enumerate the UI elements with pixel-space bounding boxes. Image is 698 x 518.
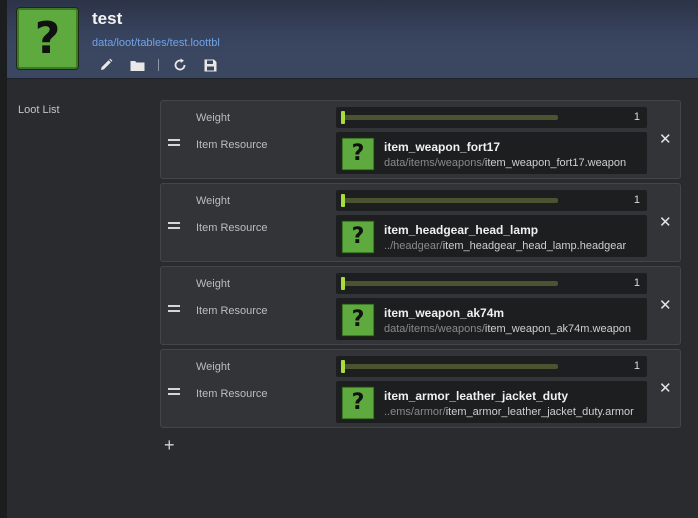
toolbar-separator: [158, 59, 159, 71]
resource-dir: data/items/weapons/: [384, 157, 485, 169]
drag-handle-icon[interactable]: [168, 388, 180, 395]
item-resource-label: Item Resource: [196, 305, 268, 317]
remove-entry-button[interactable]: ✕: [659, 132, 672, 147]
remove-entry-button[interactable]: ✕: [659, 298, 672, 313]
item-resource-label: Item Resource: [196, 139, 268, 151]
floppy-disk-icon: [204, 59, 216, 71]
question-mark-icon: ?: [16, 7, 79, 70]
add-entry-button[interactable]: +: [164, 436, 175, 454]
edit-button[interactable]: [96, 56, 116, 74]
weight-slider[interactable]: 1: [336, 273, 647, 294]
drag-handle-icon[interactable]: [168, 139, 180, 146]
drag-handle-icon[interactable]: [168, 222, 180, 229]
slider-track[interactable]: [342, 115, 558, 120]
slider-track[interactable]: [342, 281, 558, 286]
resource-name: item_armor_leather_jacket_duty: [384, 389, 569, 403]
weight-slider[interactable]: 1: [336, 356, 647, 377]
weight-label: Weight: [196, 361, 231, 373]
slider-handle[interactable]: [341, 360, 345, 373]
item-resource-picker[interactable]: ? item_weapon_fort17 data/items/weapons/…: [336, 132, 647, 174]
weight-slider[interactable]: 1: [336, 190, 647, 211]
slider-handle[interactable]: [341, 111, 345, 124]
resource-path: ..ems/armor/item_armor_leather_jacket_du…: [384, 406, 634, 418]
remove-entry-button[interactable]: ✕: [659, 215, 672, 230]
question-mark-icon: ?: [341, 137, 375, 171]
item-resource-label: Item Resource: [196, 388, 268, 400]
resource-dir: ../headgear/: [384, 240, 443, 252]
left-edge-strip: [0, 0, 7, 518]
question-mark-icon: ?: [341, 220, 375, 254]
resource-file: item_weapon_fort17.weapon: [484, 157, 627, 169]
weight-slider[interactable]: 1: [336, 107, 647, 128]
folder-icon: [130, 60, 144, 71]
loot-list-label: Loot List: [18, 104, 60, 116]
page-title: test: [92, 9, 123, 28]
slider-track[interactable]: [342, 364, 558, 369]
pencil-icon: [101, 58, 113, 70]
reload-button[interactable]: [170, 56, 190, 74]
resource-path: data/items/weapons/item_weapon_ak74m.wea…: [384, 323, 631, 335]
slider-handle[interactable]: [341, 194, 345, 207]
loot-entry: Weight Item Resource 1 ? item_armor_leat…: [160, 349, 681, 428]
weight-value: 1: [633, 277, 640, 289]
item-resource-picker[interactable]: ? item_armor_leather_jacket_duty ..ems/a…: [336, 381, 647, 423]
item-resource-picker[interactable]: ? item_weapon_ak74m data/items/weapons/i…: [336, 298, 647, 340]
resource-name: item_weapon_ak74m: [384, 306, 505, 320]
header-divider: [7, 78, 698, 79]
remove-entry-button[interactable]: ✕: [659, 381, 672, 396]
item-resource-label: Item Resource: [196, 222, 268, 234]
resource-file: item_armor_leather_jacket_duty.armor: [445, 406, 634, 418]
save-button[interactable]: [200, 56, 220, 74]
resource-file: item_headgear_head_lamp.headgear: [442, 240, 627, 252]
question-mark-icon: ?: [341, 386, 375, 420]
refresh-icon: [174, 58, 186, 71]
question-mark-icon: ?: [341, 303, 375, 337]
resource-name: item_headgear_head_lamp: [384, 223, 539, 237]
resource-name: item_weapon_fort17: [384, 140, 501, 154]
weight-label: Weight: [196, 195, 231, 207]
item-resource-picker[interactable]: ? item_headgear_head_lamp ../headgear/it…: [336, 215, 647, 257]
open-folder-button[interactable]: [127, 56, 147, 74]
resource-path: data/items/weapons/item_weapon_fort17.we…: [384, 157, 626, 169]
loot-entry: Weight Item Resource 1 ? item_weapon_ak7…: [160, 266, 681, 345]
weight-value: 1: [633, 111, 640, 123]
weight-label: Weight: [196, 112, 231, 124]
resource-dir: data/items/weapons/: [384, 323, 485, 335]
weight-value: 1: [633, 194, 640, 206]
loot-entry: Weight Item Resource 1 ? item_weapon_for…: [160, 100, 681, 179]
resource-path-link[interactable]: data/loot/tables/test.loottbl: [92, 37, 220, 49]
loot-entry: Weight Item Resource 1 ? item_headgear_h…: [160, 183, 681, 262]
weight-label: Weight: [196, 278, 231, 290]
resource-path: ../headgear/item_headgear_head_lamp.head…: [384, 240, 626, 252]
weight-value: 1: [633, 360, 640, 372]
slider-handle[interactable]: [341, 277, 345, 290]
drag-handle-icon[interactable]: [168, 305, 180, 312]
resource-dir: ..ems/armor/: [384, 406, 446, 418]
resource-file: item_weapon_ak74m.weapon: [484, 323, 632, 335]
slider-track[interactable]: [342, 198, 558, 203]
